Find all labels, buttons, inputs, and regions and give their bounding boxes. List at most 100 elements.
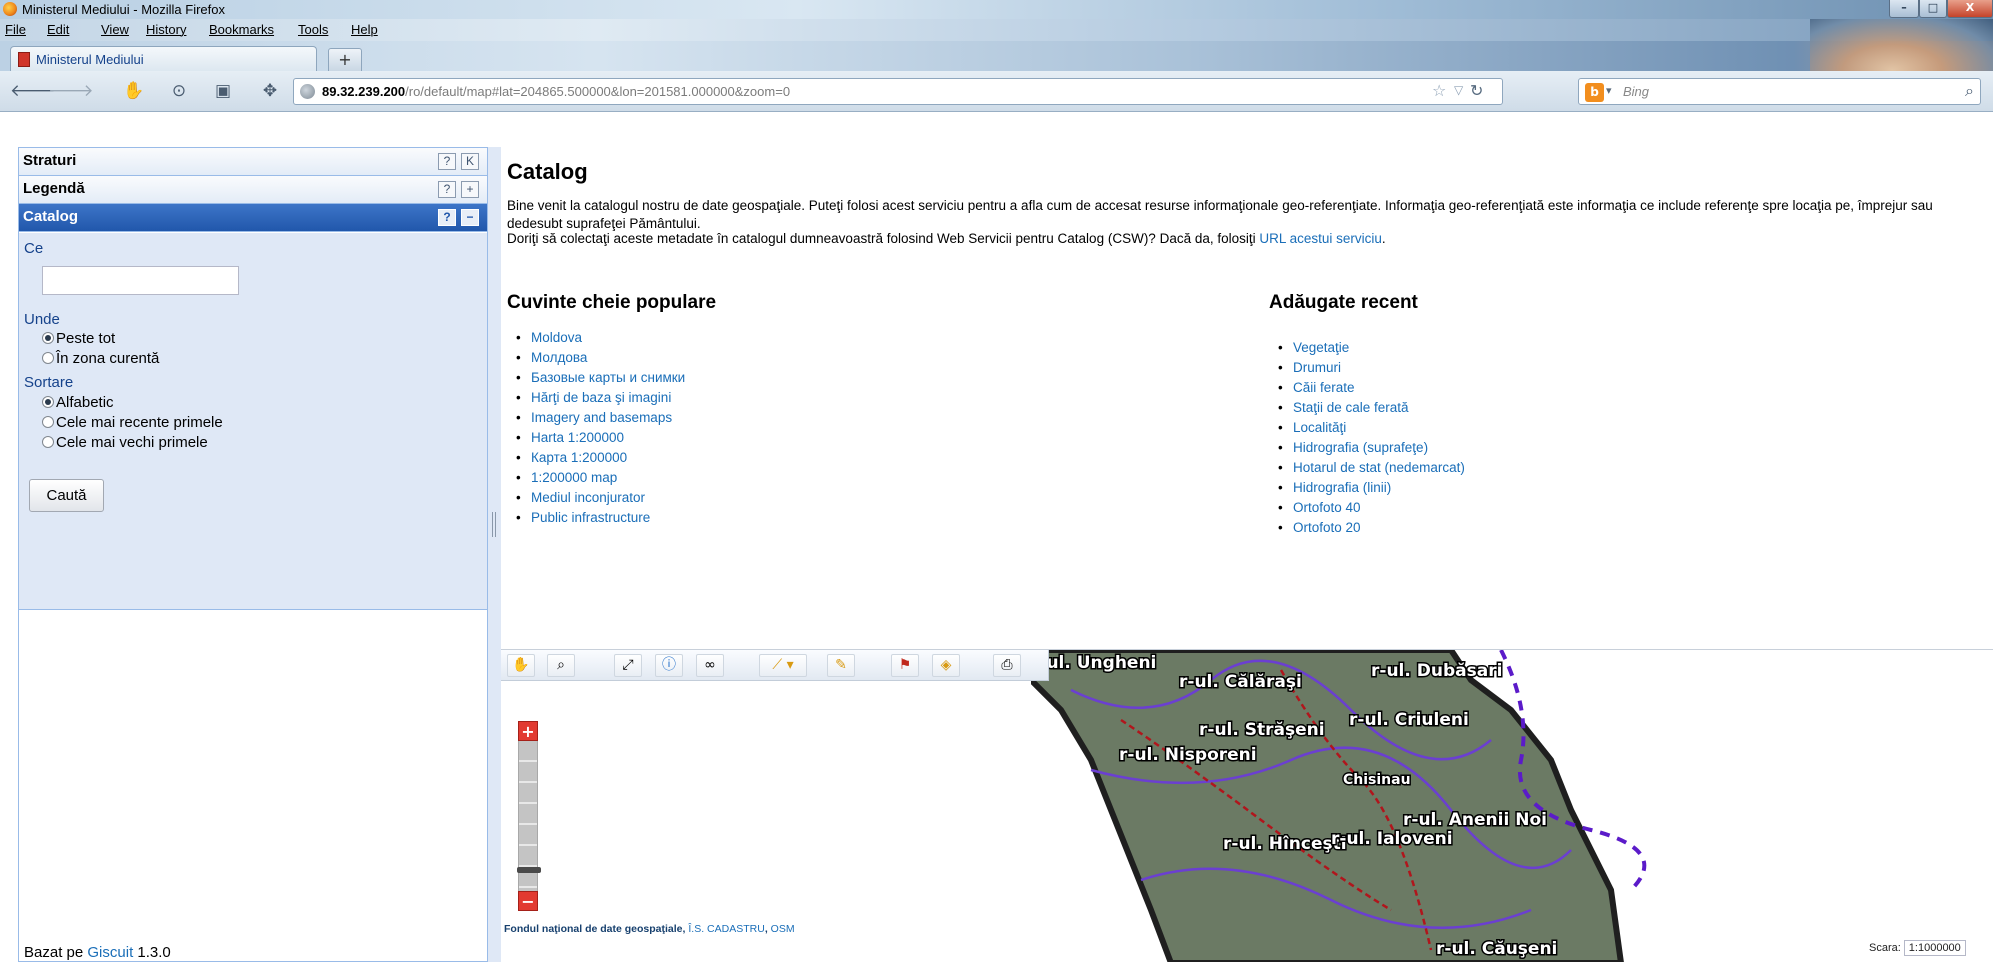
- ce-search-input[interactable]: [42, 266, 239, 295]
- pan-hand-icon[interactable]: ✋: [507, 654, 535, 677]
- url-text[interactable]: 89.32.239.200/ro/default/map#lat=204865.…: [322, 84, 790, 99]
- panel-legenda-header[interactable]: Legendă ? +: [19, 176, 487, 204]
- measure-icon[interactable]: ⟋ ▾: [759, 654, 807, 677]
- panel-straturi-header[interactable]: Straturi ? K: [19, 148, 487, 176]
- recent-link[interactable]: Hidrografia (suprafeţe): [1293, 440, 1428, 455]
- url-path: /ro/default/map#lat=204865.500000&lon=20…: [405, 84, 791, 99]
- scale-value-field[interactable]: 1:1000000: [1903, 940, 1966, 956]
- recent-link[interactable]: Vegetaţie: [1293, 340, 1349, 355]
- history-clock-icon[interactable]: ⊙: [167, 80, 191, 102]
- keyword-link[interactable]: Moldova: [531, 330, 582, 345]
- help-icon[interactable]: ?: [438, 153, 456, 170]
- keyword-link[interactable]: Hărţi de baza şi imagini: [531, 390, 671, 405]
- keyword-link[interactable]: Молдова: [531, 350, 587, 365]
- keyword-link[interactable]: Базовые карты и снимки: [531, 370, 685, 385]
- minimize-panel-icon[interactable]: −: [461, 209, 479, 226]
- keyword-link[interactable]: 1:200000 map: [531, 470, 617, 485]
- map-viewport[interactable]: r-ul. Ungheni r-ul. Dubăsari r-ul. Călăr…: [501, 649, 1993, 962]
- radio-peste-tot[interactable]: Peste tot: [42, 330, 115, 347]
- maximize-button[interactable]: □: [1919, 0, 1947, 18]
- zoom-box-icon[interactable]: ⌕: [547, 654, 575, 677]
- close-window-button[interactable]: X: [1947, 0, 1993, 18]
- zoom-track[interactable]: [517, 741, 541, 891]
- draw-icon[interactable]: ✎: [827, 654, 855, 677]
- help-icon[interactable]: ?: [438, 209, 456, 226]
- collapse-icon[interactable]: K: [461, 153, 479, 170]
- cadastru-link[interactable]: Î.S. CADASTRU: [688, 923, 764, 935]
- zoom-extent-icon[interactable]: ⤢: [614, 654, 642, 677]
- engine-dropdown-icon[interactable]: ▾: [1606, 84, 1612, 97]
- panel-splitter[interactable]: [488, 147, 501, 962]
- menu-help[interactable]: Help: [351, 22, 378, 37]
- binoculars-icon[interactable]: ∞: [696, 654, 724, 677]
- osm-link[interactable]: OSM: [771, 923, 795, 935]
- bing-engine-icon[interactable]: b: [1585, 83, 1604, 102]
- radio-vechi[interactable]: Cele mai vechi primele: [42, 434, 208, 451]
- new-tab-button[interactable]: +: [328, 48, 362, 72]
- radio-alfabetic[interactable]: Alfabetic: [42, 394, 114, 411]
- ninja-icon[interactable]: ✋: [122, 80, 146, 102]
- forward-arrow-icon[interactable]: 🡒: [48, 80, 94, 102]
- search-icon[interactable]: ⌕: [1965, 81, 1974, 101]
- flag-icon[interactable]: ⚑: [891, 654, 919, 677]
- radio-empty-icon[interactable]: [42, 416, 54, 428]
- keyword-link[interactable]: Карта 1:200000: [531, 450, 627, 465]
- radio-selected-icon[interactable]: [42, 332, 54, 344]
- list-item: Drumuri: [1278, 358, 1465, 378]
- map-label-anenii-noi: r-ul. Anenii Noi: [1403, 810, 1547, 830]
- addon-gear-icon[interactable]: ✥: [258, 80, 282, 102]
- site-identity-icon[interactable]: [300, 84, 315, 99]
- keyword-link[interactable]: Mediul inconjurator: [531, 490, 645, 505]
- giscuit-link[interactable]: Giscuit: [87, 944, 133, 961]
- menu-file[interactable]: File: [5, 22, 26, 37]
- radio-selected-icon[interactable]: [42, 396, 54, 408]
- minimize-button[interactable]: –: [1889, 0, 1919, 18]
- navigation-bar: 🡐 🡒 ✋ ⊙ ▣ ✥ 89.32.239.200/ro/default/map…: [0, 71, 1993, 112]
- cauta-button[interactable]: Caută: [29, 479, 104, 512]
- recent-link[interactable]: Hotarul de stat (nedemarcat): [1293, 460, 1465, 475]
- recent-link[interactable]: Staţii de cale ferată: [1293, 400, 1409, 415]
- radio-empty-icon[interactable]: [42, 436, 54, 448]
- url-dropdown-icon[interactable]: ▽: [1454, 83, 1463, 97]
- keyword-link[interactable]: Harta 1:200000: [531, 430, 624, 445]
- url-bar[interactable]: 89.32.239.200/ro/default/map#lat=204865.…: [293, 78, 1503, 105]
- csw-url-link[interactable]: URL acestui serviciu: [1259, 231, 1382, 246]
- zoom-out-button[interactable]: −: [518, 891, 538, 911]
- menu-history[interactable]: History: [146, 22, 186, 37]
- zoom-handle[interactable]: [517, 867, 541, 873]
- menu-edit[interactable]: Edit: [47, 22, 69, 37]
- menu-view[interactable]: View: [101, 22, 129, 37]
- navigate-icon[interactable]: ◈: [932, 654, 960, 677]
- search-bar[interactable]: b ▾ Bing ⌕: [1578, 78, 1981, 105]
- maximize-icon: □: [1927, 1, 1939, 14]
- radio-recente[interactable]: Cele mai recente primele: [42, 414, 223, 431]
- radio-empty-icon[interactable]: [42, 352, 54, 364]
- help-icon[interactable]: ?: [438, 181, 456, 198]
- keyword-link[interactable]: Public infrastructure: [531, 510, 650, 525]
- map-canvas[interactable]: r-ul. Ungheni r-ul. Dubăsari r-ul. Călăr…: [1031, 650, 1841, 962]
- bookmark-star-icon[interactable]: ☆: [1432, 81, 1446, 100]
- reload-icon[interactable]: ↻: [1470, 81, 1483, 100]
- menu-tools[interactable]: Tools: [298, 22, 328, 37]
- print-icon[interactable]: ⎙: [993, 654, 1021, 677]
- radio-zona-curenta[interactable]: În zona curentă: [42, 350, 159, 367]
- panel-catalog-header[interactable]: Catalog ? −: [19, 204, 487, 232]
- splitter-grip-icon[interactable]: [492, 512, 496, 537]
- zoom-slider[interactable]: + −: [517, 721, 541, 911]
- recent-link[interactable]: Căii ferate: [1293, 380, 1355, 395]
- recent-link[interactable]: Localităţi: [1293, 420, 1346, 435]
- expand-icon[interactable]: +: [461, 181, 479, 198]
- map-label-criuleni: r-ul. Criuleni: [1349, 710, 1469, 730]
- panel-catalog-title: Catalog: [23, 208, 79, 225]
- tab-ministerul-mediului[interactable]: Ministerul Mediului: [10, 46, 317, 72]
- recent-link[interactable]: Drumuri: [1293, 360, 1341, 375]
- info-icon[interactable]: ⓘ: [655, 654, 683, 677]
- recent-link[interactable]: Ortofoto 40: [1293, 500, 1361, 515]
- recent-link[interactable]: Hidrografia (linii): [1293, 480, 1391, 495]
- recent-link[interactable]: Ortofoto 20: [1293, 520, 1361, 535]
- keyword-link[interactable]: Imagery and basemaps: [531, 410, 672, 425]
- menu-bookmarks[interactable]: Bookmarks: [209, 22, 274, 37]
- bookmark-icon[interactable]: ▣: [211, 80, 235, 102]
- zoom-in-button[interactable]: +: [518, 721, 538, 741]
- back-arrow-icon[interactable]: 🡐: [10, 80, 56, 102]
